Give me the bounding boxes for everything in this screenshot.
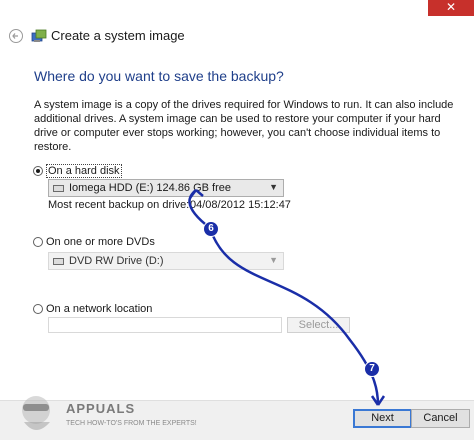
network-location-input[interactable] — [48, 317, 282, 333]
select-button[interactable]: Select... — [287, 317, 350, 333]
wizard-title: Create a system image — [51, 28, 185, 43]
hard-disk-dropdown[interactable]: Iomega HDD (E:) 124.86 GB free ▼ — [48, 179, 284, 197]
watermark-name: APPUALS — [66, 401, 136, 416]
title-bar: ✕ — [0, 0, 474, 16]
network-radio[interactable] — [33, 304, 43, 314]
back-arrow-icon — [12, 33, 18, 39]
dvd-radio[interactable] — [33, 237, 43, 247]
chevron-down-icon: ▼ — [269, 255, 278, 265]
hard-disk-radio[interactable] — [33, 166, 43, 176]
recent-backup-value: 04/08/2012 15:12:47 — [190, 199, 291, 211]
hard-disk-label[interactable]: On a hard disk — [46, 164, 122, 178]
page-heading: Where do you want to save the backup? — [34, 68, 284, 84]
back-button[interactable] — [9, 29, 23, 43]
backup-app-icon — [31, 28, 47, 44]
annotation-arrows — [188, 189, 386, 406]
page-description: A system image is a copy of the drives r… — [34, 99, 454, 153]
watermark-tagline: TECH HOW-TO'S FROM THE EXPERTS! — [66, 420, 197, 427]
hard-disk-option[interactable]: On a hard disk — [33, 164, 122, 178]
next-button[interactable]: Next — [353, 409, 412, 428]
chevron-down-icon: ▼ — [269, 182, 278, 192]
network-option[interactable]: On a network location — [33, 302, 152, 316]
dvd-label[interactable]: On one or more DVDs — [46, 236, 155, 248]
hard-drive-icon — [53, 184, 64, 192]
hard-disk-selected-drive: Iomega HDD (E:) 124.86 GB free — [69, 182, 232, 194]
dvd-drive-icon — [53, 257, 64, 265]
cancel-button[interactable]: Cancel — [411, 409, 470, 428]
dvd-option[interactable]: On one or more DVDs — [33, 235, 155, 249]
dvd-dropdown[interactable]: DVD RW Drive (D:) ▼ — [48, 252, 284, 270]
close-button[interactable]: ✕ — [428, 0, 474, 16]
step-badge-7: 7 — [364, 361, 380, 377]
network-label[interactable]: On a network location — [46, 303, 152, 315]
recent-backup-label: Most recent backup on drive: — [48, 199, 190, 211]
step-badge-6: 6 — [203, 221, 219, 237]
dvd-selected-drive: DVD RW Drive (D:) — [69, 255, 164, 267]
